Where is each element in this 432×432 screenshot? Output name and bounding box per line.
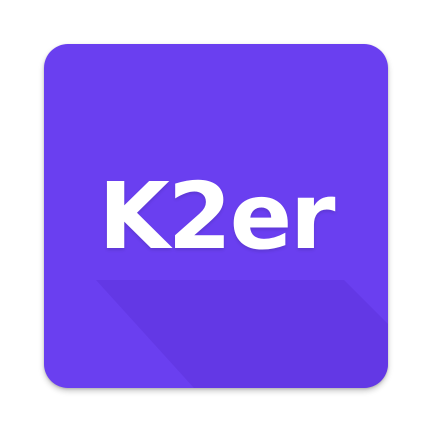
app-icon[interactable]: K2er: [44, 44, 388, 388]
long-shadow-shape: [96, 280, 388, 388]
icon-canvas: K2er: [0, 0, 432, 432]
app-logotype: K2er: [98, 163, 335, 270]
